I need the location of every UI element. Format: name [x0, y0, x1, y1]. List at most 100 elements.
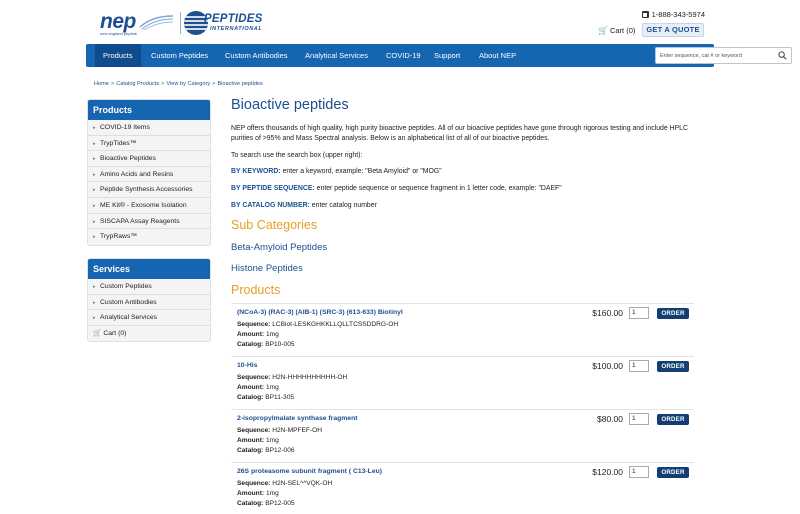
amount-value: 1mg [265, 437, 279, 444]
subcategory-histone-link[interactable]: Histone Peptides [231, 263, 303, 274]
get-a-quote-button[interactable]: GET A QUOTE [642, 23, 704, 37]
nav-about-nep[interactable]: About NEP [479, 44, 516, 67]
product-amount: Amount: 1mg [237, 437, 279, 444]
quantity-input[interactable]: 1 [629, 413, 649, 425]
hint-catalog: BY CATALOG NUMBER: enter catalog number [231, 202, 377, 209]
hint-text: enter catalog number [309, 202, 377, 209]
search-hint: To search use the search box (upper righ… [231, 152, 363, 159]
subcategories-title: Sub Categories [231, 218, 318, 232]
sidebar-item-synthesis-accessories[interactable]: ▸ Peptide Synthesis Accessories [88, 182, 210, 198]
product-name-link[interactable]: 2-isopropylmalate synthase fragment [237, 415, 358, 422]
sidebar-item-label: Amino Acids and Resins [100, 170, 174, 178]
quantity-input[interactable]: 1 [629, 466, 649, 478]
header-cart-link[interactable]: 🛒 Cart (0) [598, 26, 635, 35]
breadcrumb-catalog-products[interactable]: Catalog Products [116, 81, 159, 87]
intro-text: NEP offers thousands of high quality, hi… [231, 125, 688, 142]
product-catalog: Catalog: BP12-005 [237, 500, 295, 507]
sidebar-item-tryprawss[interactable]: ▸ TrypRaws™ [88, 229, 210, 245]
product-price: $160.00 [592, 308, 623, 318]
sidebar-services-panel: Services ▸ Custom Peptides ▸ Custom Antibo… [87, 258, 211, 342]
sidebar-item-label: Custom Antibodies [100, 298, 157, 306]
cart-icon: 🛒 [93, 329, 102, 337]
hint-text: enter a keyword, example: "Beta Amyloid"… [280, 168, 442, 175]
nav-custom-peptides[interactable]: Custom Peptides [151, 44, 208, 67]
product-row: 10-His Sequence: H2N-HHHHHHHHHH-OH Amoun… [231, 356, 694, 409]
sidebar-item-covid-19-items[interactable]: ▸ COVID-19 Items [88, 120, 210, 136]
product-price: $120.00 [592, 467, 623, 477]
order-button[interactable]: ORDER [657, 308, 689, 319]
cart-icon: 🛒 [598, 25, 608, 35]
sidebar-item-siscapa[interactable]: ▸ SISCAPA Assay Reagents [88, 214, 210, 230]
catalog-value: BP10-005 [265, 341, 295, 348]
sidebar-cart-link[interactable]: 🛒 Cart (0) [88, 326, 210, 341]
sidebar-item-bioactive-peptides[interactable]: ▸ Bioactive Peptides [88, 151, 210, 167]
quantity-input[interactable]: 1 [629, 360, 649, 372]
sidebar-item-custom-antibodies[interactable]: ▸ Custom Antibodies [88, 295, 210, 311]
hint-label: BY CATALOG NUMBER: [231, 202, 310, 209]
order-button[interactable]: ORDER [657, 467, 689, 478]
phone-number[interactable]: 1-888-343-5974 [641, 10, 705, 19]
sequence-label: Sequence: [237, 427, 271, 434]
nav-analytical-services[interactable]: Analytical Services [305, 44, 368, 67]
quantity-input[interactable]: 1 [629, 307, 649, 319]
nav-covid-19[interactable]: COVID-19 [386, 44, 421, 67]
sidebar-products-title: Products [88, 100, 210, 120]
sidebar-products-panel: Products ▸ COVID-19 Items ▸ TrypTides™ ▸ Bi… [87, 99, 211, 246]
nav-products[interactable]: Products [95, 44, 141, 67]
logo-divider [180, 12, 181, 34]
sequence-label: Sequence: [237, 480, 271, 487]
sidebar-cart-text: Cart (0) [103, 329, 127, 337]
product-row: 26S proteasome subunit fragment ( C13-Le… [231, 462, 694, 514]
product-name-link[interactable]: 10-His [237, 362, 257, 369]
sequence-label: Sequence: [237, 321, 271, 328]
product-sequence: Sequence: H2N-MPFEF-OH [237, 427, 322, 434]
hint-keyword: BY KEYWORD: enter a keyword, example: "B… [231, 168, 442, 175]
caret-right-icon: ▸ [93, 125, 96, 131]
sidebar-item-tryptides[interactable]: ▸ TrypTides™ [88, 136, 210, 152]
header-cart-text: Cart (0) [609, 26, 636, 35]
caret-right-icon: ▸ [93, 140, 96, 147]
sidebar-item-label: COVID-19 Items [100, 124, 150, 131]
product-sequence: Sequence: H2N-HHHHHHHHHH-OH [237, 374, 347, 381]
amount-value: 1mg [265, 384, 279, 391]
search-input[interactable] [660, 50, 774, 62]
sequence-value: H2N-HHHHHHHHHH-OH [272, 374, 348, 381]
product-sequence: Sequence: H2N-SEL^^VQK-OH [237, 480, 332, 487]
caret-right-icon: ▸ [93, 315, 96, 322]
sidebar-item-amino-acids[interactable]: ▸ Amino Acids and Resins [88, 167, 210, 183]
pi-logo-subtitle: INTERNATIONAL [210, 26, 263, 32]
nep-logo[interactable]: nep new england peptide [100, 10, 178, 36]
product-amount: Amount: 1mg [237, 331, 279, 338]
product-name-link[interactable]: (NCoA-3) (RAC-3) (AIB-1) (SRC-3) (613-63… [237, 309, 403, 316]
sidebar-item-label: Analytical Services [100, 314, 158, 322]
caret-right-icon: ▸ [93, 218, 96, 225]
product-price: $100.00 [592, 361, 623, 371]
subcategory-beta-amyloid-link[interactable]: Beta-Amyloid Peptides [231, 242, 327, 253]
hint-text: enter peptide sequence or sequence fragm… [314, 185, 562, 192]
order-button[interactable]: ORDER [657, 414, 689, 425]
caret-right-icon: ▸ [93, 234, 96, 241]
site-search [655, 47, 792, 64]
nav-custom-antibodies[interactable]: Custom Antibodies [225, 44, 288, 67]
order-button[interactable]: ORDER [657, 361, 689, 372]
peptides-international-logo[interactable]: PEPTIDES INTERNATIONAL [184, 11, 264, 37]
product-row: (NCoA-3) (RAC-3) (AIB-1) (SRC-3) (613-63… [231, 303, 694, 356]
catalog-value: BP11-305 [265, 394, 295, 401]
breadcrumb-view-by-category[interactable]: View by Category [166, 81, 210, 87]
sequence-value: LCBiot-LESKGHKKLLQLLTCSSDDRG-OH [272, 321, 399, 328]
sidebar-item-custom-peptides[interactable]: ▸ Custom Peptides [88, 279, 210, 295]
search-icon[interactable] [778, 51, 787, 60]
sidebar-item-label: Custom Peptides [100, 283, 152, 290]
breadcrumb-home[interactable]: Home [94, 81, 109, 87]
caret-right-icon: ▸ [93, 156, 96, 163]
amount-label: Amount: [237, 331, 265, 338]
main-nav: Products Custom Peptides Custom Antibodi… [86, 44, 792, 67]
hint-sequence: BY PEPTIDE SEQUENCE: enter peptide seque… [231, 185, 562, 192]
product-name-link[interactable]: 26S proteasome subunit fragment ( C13-Le… [237, 468, 382, 475]
sidebar-item-me-kit[interactable]: ▸ ME Kit® - Exosome Isolation [88, 198, 210, 214]
sidebar-item-analytical-services[interactable]: ▸ Analytical Services [88, 310, 210, 326]
pi-logo-text: PEPTIDES [204, 13, 263, 25]
breadcrumb-current[interactable]: Bioactive peptides [217, 81, 262, 87]
nav-support[interactable]: Support [434, 44, 460, 67]
amount-value: 1mg [265, 490, 279, 497]
